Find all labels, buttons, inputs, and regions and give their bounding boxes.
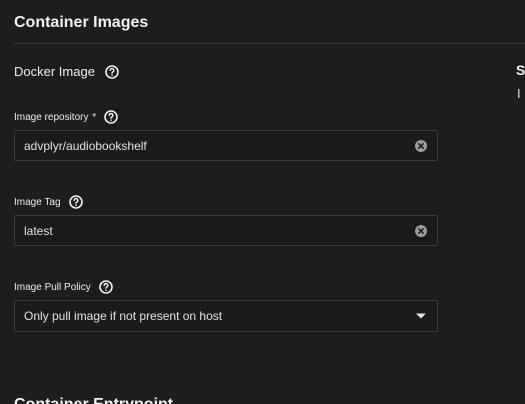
pull-policy-field-label: Image Pull Policy xyxy=(14,280,113,294)
repository-field-label: Image repository * xyxy=(14,110,118,124)
pull-policy-selected-value[interactable]: Only pull image if not present on host xyxy=(24,309,415,323)
clear-icon[interactable] xyxy=(415,224,427,237)
side-panel-heading: S xyxy=(516,62,525,78)
docker-image-label: Docker Image xyxy=(14,64,95,79)
next-section-title: Container Entrypoint xyxy=(14,396,173,404)
help-icon[interactable] xyxy=(104,110,118,124)
docker-image-subheading: Docker Image xyxy=(14,64,119,79)
tag-field-label: Image Tag xyxy=(14,195,83,209)
container-images-page: Container Images Docker Image Image repo… xyxy=(0,0,525,404)
tag-input-value[interactable]: latest xyxy=(24,224,415,238)
tag-input[interactable]: latest xyxy=(14,215,438,246)
help-icon[interactable] xyxy=(105,64,119,79)
required-marker: * xyxy=(92,111,97,123)
tag-label-text: Image Tag xyxy=(14,196,61,208)
side-panel-text: I xyxy=(517,86,521,101)
repository-input[interactable]: advplyr/audiobookshelf xyxy=(14,130,438,161)
section-title: Container Images xyxy=(14,14,149,31)
help-icon[interactable] xyxy=(68,195,83,209)
section-divider xyxy=(14,43,525,44)
pull-policy-select[interactable]: Only pull image if not present on host xyxy=(14,300,438,332)
caret-down-icon[interactable] xyxy=(415,310,427,322)
pull-policy-label-text: Image Pull Policy xyxy=(14,281,91,293)
repository-input-value[interactable]: advplyr/audiobookshelf xyxy=(24,139,415,153)
clear-icon[interactable] xyxy=(415,139,427,152)
repository-label-text: Image repository xyxy=(14,111,89,123)
help-icon[interactable] xyxy=(98,280,113,294)
